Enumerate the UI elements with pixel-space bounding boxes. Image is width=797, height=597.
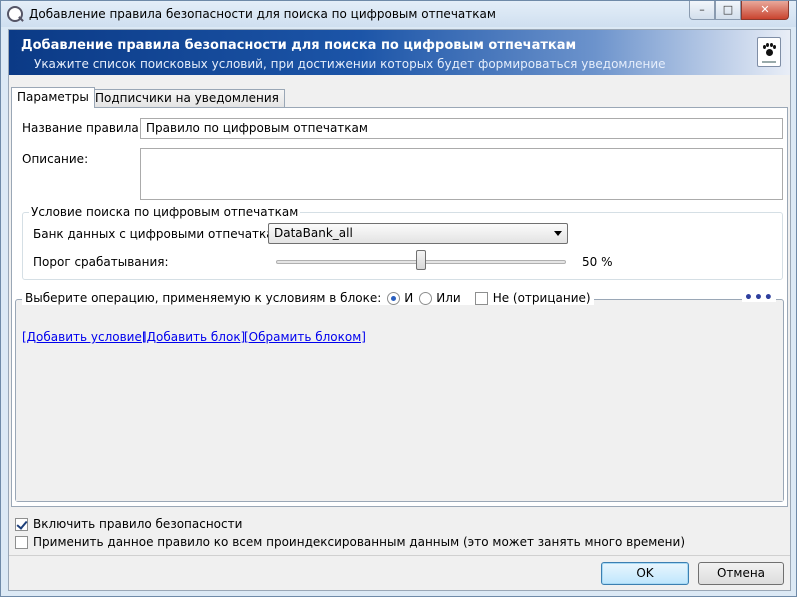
banner-title: Добавление правила безопасности для поис…	[21, 38, 577, 53]
chevron-down-icon	[554, 231, 562, 236]
description-input[interactable]	[140, 148, 783, 200]
window-title: Добавление правила безопасности для поис…	[29, 7, 496, 21]
search-app-icon	[7, 6, 23, 22]
rule-name-label: Название правила:	[22, 121, 143, 135]
ok-button[interactable]: OK	[601, 562, 689, 585]
dialog-window: Добавление правила безопасности для поис…	[0, 0, 797, 597]
header-banner: Добавление правила безопасности для поис…	[9, 30, 790, 75]
radio-and-label: И	[404, 291, 414, 305]
radio-and[interactable]	[387, 291, 401, 305]
databank-select[interactable]: DataBank_all	[268, 223, 568, 244]
negation-checkbox[interactable]	[474, 291, 488, 305]
banner-subtitle: Укажите список поисковых условий, при до…	[34, 57, 666, 71]
apply-all-label: Применить данное правило ко всем проинде…	[33, 535, 686, 549]
operation-block: Выберите операцию, применяемую к условия…	[15, 291, 784, 502]
close-button[interactable]: ✕	[741, 1, 789, 20]
add-condition-link[interactable]: [Добавить условие]	[22, 330, 147, 344]
operation-selector: Выберите операцию, применяемую к условия…	[22, 291, 594, 305]
databank-label: Банк данных с цифровыми отпечатками:	[33, 227, 295, 241]
paw-print-icon	[757, 37, 781, 67]
wrap-block-link[interactable]: [Обрамить блоком]	[244, 330, 366, 344]
threshold-value: 50 %	[582, 255, 613, 269]
apply-all-checkbox[interactable]	[15, 535, 28, 549]
threshold-slider-thumb[interactable]	[416, 250, 426, 270]
group-title: Условие поиска по цифровым отпечаткам	[29, 205, 301, 219]
footer-divider	[9, 555, 790, 556]
minimize-button[interactable]: –	[689, 1, 715, 20]
fingerprint-condition-group: Условие поиска по цифровым отпечаткам Ба…	[22, 205, 783, 280]
tab-subscribers[interactable]: Подписчики на уведомления	[89, 89, 285, 107]
radio-or-label: Или	[436, 291, 461, 305]
add-block-link[interactable]: [Добавить блок]	[142, 330, 245, 344]
negation-label: Не (отрицание)	[492, 291, 591, 305]
ellipsis-icon[interactable]: •••	[742, 291, 776, 305]
cancel-button[interactable]: Отмена	[698, 562, 784, 585]
description-label: Описание:	[22, 152, 89, 166]
radio-or[interactable]	[419, 291, 433, 305]
threshold-label: Порог срабатывания:	[33, 255, 169, 269]
tab-parameters[interactable]: Параметры	[11, 87, 95, 108]
enable-rule-checkbox[interactable]	[15, 517, 28, 531]
databank-value: DataBank_all	[274, 226, 353, 240]
parameters-panel: Название правила: Правило по цифровым от…	[11, 107, 788, 507]
dialog-client: Добавление правила безопасности для поис…	[8, 29, 791, 591]
enable-rule-label: Включить правило безопасности	[33, 517, 243, 531]
rule-name-input[interactable]: Правило по цифровым отпечаткам	[140, 118, 783, 139]
apply-all-row[interactable]: Применить данное правило ко всем проинде…	[15, 535, 685, 549]
enable-rule-row[interactable]: Включить правило безопасности	[15, 517, 242, 531]
maximize-button[interactable]: □	[715, 1, 741, 20]
title-bar[interactable]: Добавление правила безопасности для поис…	[1, 1, 796, 27]
operation-prompt: Выберите операцию, применяемую к условия…	[25, 291, 382, 305]
